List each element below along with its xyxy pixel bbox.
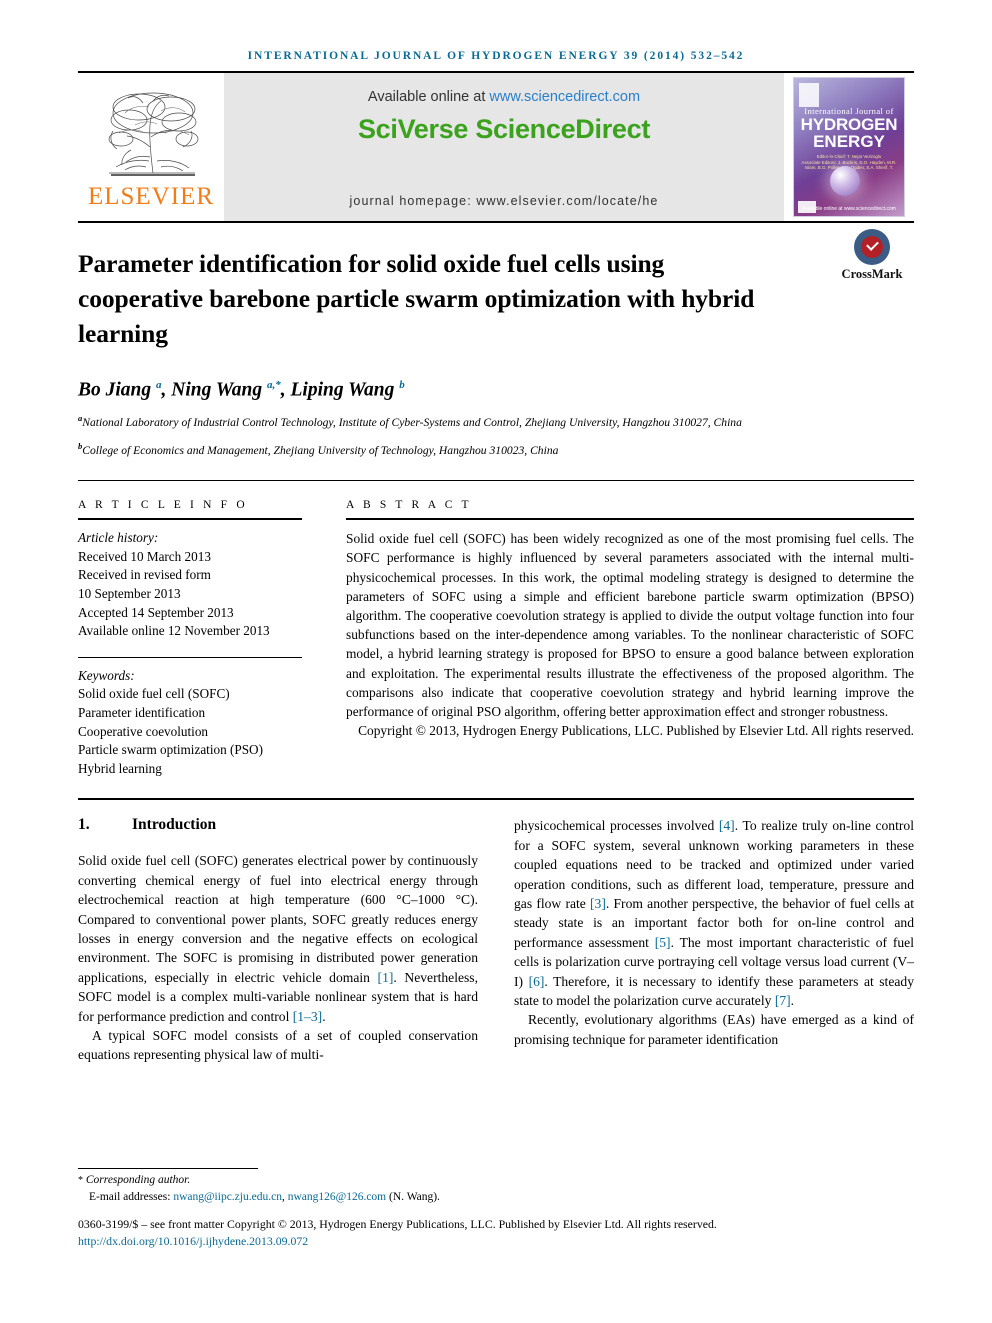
crossmark-label: CrossMark	[841, 267, 903, 281]
article-info-heading: A R T I C L E I N F O	[78, 499, 248, 512]
journal-masthead: ELSEVIER Available online at www.science…	[78, 73, 914, 221]
footnote-block: * Corresponding author. E-mail addresses…	[78, 1172, 508, 1205]
journal-cover-block: International Journal of HYDROGEN ENERGY…	[784, 73, 914, 221]
citation-1-3[interactable]: [1–3]	[293, 1009, 322, 1024]
intro-paragraph-4: Recently, evolutionary algorithms (EAs) …	[514, 1012, 914, 1047]
intro-paragraph-3: physicochemical processes involved [4] . …	[514, 816, 914, 1010]
intro-p3-part-a: physicochemical processes involved	[514, 818, 719, 834]
crossmark-badge[interactable]: CrossMark	[830, 229, 914, 282]
footnote-rule	[78, 1168, 258, 1169]
intro-paragraph-1: Solid oxide fuel cell (SOFC) generates e…	[78, 851, 478, 1026]
email-link-2[interactable]: nwang126@126.com	[288, 1191, 386, 1203]
affiliation-a-text: National Laboratory of Industrial Contro…	[82, 415, 742, 429]
citation-7[interactable]: [7]	[775, 993, 791, 1008]
available-online-line: Available online at www.sciencedirect.co…	[368, 89, 640, 105]
abstract-column: A B S T R A C T Solid oxide fuel cell (S…	[346, 499, 914, 778]
keyword-1: Parameter identification	[78, 704, 206, 720]
keyword-3: Particle swarm optimization (PSO)	[78, 742, 263, 758]
keyword-2: Cooperative coevolution	[78, 723, 209, 739]
affiliation-b-text: College of Economics and Management, Zhe…	[82, 443, 559, 457]
corresponding-author-line: * Corresponding author.	[78, 1172, 508, 1189]
body-column-left: 1. Introduction Solid oxide fuel cell (SO…	[78, 816, 478, 1064]
body-column-right: physicochemical processes involved [4] . …	[514, 816, 914, 1064]
intro-paragraph-2: A typical SOFC model consists of a set o…	[78, 1028, 478, 1063]
article-history-4: Available online 12 November 2013	[78, 623, 270, 639]
author-list: Bo Jiang a, Ning Wang a,*, Liping Wang b	[78, 379, 405, 401]
journal-cover-thumbnail: International Journal of HYDROGEN ENERGY…	[793, 77, 905, 217]
available-online-text: Available online at	[367, 89, 490, 105]
abstract-heading: A B S T R A C T	[346, 499, 472, 512]
intro-p1-part-c: .	[322, 1008, 326, 1024]
crossmark-icon	[854, 229, 890, 265]
elsevier-wordmark: ELSEVIER	[87, 183, 215, 210]
email-link-1[interactable]: nwang@iipc.zju.edu.cn	[173, 1191, 282, 1203]
intro-p3-part-e: . Therefore, it is necessary to identify…	[514, 973, 914, 1008]
section-heading-introduction: 1. Introduction	[78, 816, 478, 834]
article-history-title: Article history:	[78, 530, 159, 546]
title-block: Parameter identification for solid oxide…	[78, 223, 914, 458]
keywords-title: Keywords:	[78, 667, 135, 683]
article-history-3: Accepted 14 September 2013	[78, 604, 234, 620]
info-abstract-row: A R T I C L E I N F O Article history: R…	[78, 481, 914, 778]
email-line: E-mail addresses: nwang@iipc.zju.edu.cn,…	[78, 1189, 508, 1205]
affiliation-a: aNational Laboratory of Industrial Contr…	[78, 411, 778, 430]
journal-homepage-line: journal homepage: www.elsevier.com/locat…	[349, 194, 659, 208]
keywords-rule	[78, 656, 302, 658]
cover-title-line3: ENERGY	[813, 132, 885, 151]
cover-bottom-text: Available online at www.sciencedirect.co…	[802, 206, 896, 212]
abstract-body: Solid oxide fuel cell (SOFC) has been wi…	[346, 531, 914, 720]
elsevier-tree-icon	[91, 87, 211, 183]
section-number: 1.	[78, 816, 90, 834]
cover-elsevier-mark	[799, 83, 819, 107]
sciencedirect-link[interactable]: www.sciencedirect.com	[489, 89, 640, 105]
abstract-rule	[346, 518, 914, 521]
asterisk-icon: *	[78, 1175, 83, 1186]
running-head: International Journal of Hydrogen Energy…	[247, 50, 745, 62]
paper-page: International Journal of Hydrogen Energy…	[0, 0, 992, 1323]
section-title: Introduction	[132, 816, 217, 834]
citation-5[interactable]: [5]	[655, 935, 671, 950]
body-columns: 1. Introduction Solid oxide fuel cell (SO…	[78, 800, 914, 1064]
sciverse-sciencedirect-wordmark: SciVerse ScienceDirect	[357, 114, 651, 144]
article-info-rule	[78, 518, 302, 521]
cover-orb-graphic	[830, 166, 860, 196]
page-footer: 0360-3199/$ – see front matter Copyright…	[78, 1216, 918, 1250]
intro-p1-part-a: Solid oxide fuel cell (SOFC) generates e…	[78, 853, 478, 985]
doi-line: http://dx.doi.org/10.1016/j.ijhydene.201…	[78, 1233, 918, 1250]
intro-p3-part-f: .	[790, 993, 795, 1008]
article-history-1: Received in revised form	[78, 567, 211, 583]
email-suffix: (N. Wang).	[386, 1191, 440, 1203]
corresponding-author-text: Corresponding author.	[85, 1174, 191, 1186]
article-info-column: A R T I C L E I N F O Article history: R…	[78, 499, 302, 778]
citation-3[interactable]: [3]	[590, 896, 606, 911]
citation-1[interactable]: [1]	[378, 970, 394, 985]
citation-6[interactable]: [6]	[529, 974, 545, 989]
sciencedirect-banner: Available online at www.sciencedirect.co…	[224, 73, 784, 221]
citation-4[interactable]: [4]	[719, 818, 735, 833]
cover-title-line2: HYDROGEN	[800, 115, 898, 134]
elsevier-logo-block: ELSEVIER	[78, 73, 224, 221]
doi-link[interactable]: http://dx.doi.org/10.1016/j.ijhydene.201…	[78, 1234, 308, 1248]
article-history-0: Received 10 March 2013	[78, 548, 211, 564]
issn-copyright-line: 0360-3199/$ – see front matter Copyright…	[78, 1217, 717, 1231]
article-history-2: 10 September 2013	[78, 586, 181, 601]
abstract-copyright: Copyright © 2013, Hydrogen Energy Public…	[358, 723, 914, 739]
keyword-0: Solid oxide fuel cell (SOFC)	[78, 686, 230, 702]
keyword-4: Hybrid learning	[78, 760, 162, 776]
email-label: E-mail addresses:	[89, 1191, 171, 1203]
page-title: Parameter identification for solid oxide…	[78, 249, 755, 348]
affiliation-b: bCollege of Economics and Management, Zh…	[78, 439, 778, 458]
